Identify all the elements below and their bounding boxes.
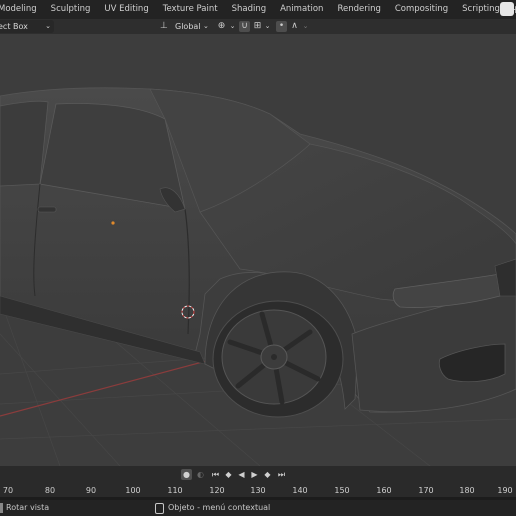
- falloff-curve-icon[interactable]: ∧: [289, 21, 300, 32]
- frame-tick: 190: [497, 486, 513, 495]
- timeline-controls: ● ◐ ⏮ ◆ ◀ ▶ ◆ ⏭: [0, 466, 516, 484]
- select-mode-dropdown[interactable]: ect Box ⌄: [0, 20, 54, 33]
- object-origin: [111, 221, 115, 225]
- workspace-tab-bar: Modeling Sculpting UV Editing Texture Pa…: [0, 0, 516, 19]
- 3d-viewport[interactable]: [0, 34, 516, 466]
- proportional-editing-icon[interactable]: •: [276, 21, 287, 32]
- status-hint-left: Rotar vista: [6, 503, 50, 512]
- orientation-axes-icon: ⊥: [160, 21, 168, 31]
- tab-uv-editing[interactable]: UV Editing: [97, 0, 155, 19]
- select-mode-label: ect Box: [0, 22, 28, 31]
- frame-tick: 140: [292, 486, 308, 495]
- mouse-right-icon: [155, 503, 164, 514]
- tab-sculpting[interactable]: Sculpting: [44, 0, 98, 19]
- frame-ruler[interactable]: 70 80 90 100 110 120 130 140 150 160 170…: [0, 484, 516, 498]
- chevron-down-icon: ⌄: [203, 22, 209, 30]
- frame-tick: 70: [2, 486, 14, 495]
- auto-keying-icon[interactable]: ◐: [195, 469, 206, 480]
- chevron-down-icon[interactable]: ⌄: [227, 21, 238, 32]
- jump-to-end-button[interactable]: ⏭: [276, 469, 287, 480]
- frame-tick: 100: [125, 486, 141, 495]
- status-hint-middle: Objeto - menú contextual: [168, 503, 271, 512]
- chevron-down-icon[interactable]: ⌄: [300, 21, 311, 32]
- jump-to-start-button[interactable]: ⏮: [210, 469, 221, 480]
- tab-rendering[interactable]: Rendering: [330, 0, 387, 19]
- chevron-down-icon[interactable]: ⌄: [262, 21, 273, 32]
- tab-compositing[interactable]: Compositing: [388, 0, 455, 19]
- frame-tick: 150: [334, 486, 350, 495]
- frame-tick: 170: [418, 486, 434, 495]
- play-reverse-button[interactable]: ◀: [236, 469, 247, 480]
- next-keyframe-button[interactable]: ◆: [262, 469, 273, 480]
- snap-magnet-icon[interactable]: ∪: [239, 21, 250, 32]
- frame-tick: 130: [250, 486, 266, 495]
- frame-tick: 160: [376, 486, 392, 495]
- viewport-header: ect Box ⌄ ⊥ Global ⌄ ⊕ ⌄ ∪ ⊞ ⌄ • ∧ ⌄: [0, 19, 516, 34]
- tab-shading[interactable]: Shading: [225, 0, 274, 19]
- chevron-down-icon: ⌄: [45, 22, 51, 30]
- tab-texture-paint[interactable]: Texture Paint: [156, 0, 225, 19]
- prev-keyframe-button[interactable]: ◆: [223, 469, 234, 480]
- frame-tick: 90: [85, 486, 97, 495]
- mouse-middle-icon: [0, 503, 3, 513]
- pivot-point-icon[interactable]: ⊕: [216, 21, 227, 32]
- transform-orientation-label: Global: [175, 22, 201, 31]
- tab-modeling[interactable]: Modeling: [0, 0, 44, 19]
- scene-icon[interactable]: [500, 2, 514, 16]
- frame-tick: 110: [167, 486, 183, 495]
- tab-animation[interactable]: Animation: [273, 0, 330, 19]
- transform-orientation-dropdown[interactable]: ⊥ Global ⌄: [160, 20, 212, 33]
- car-mesh: [0, 87, 516, 418]
- record-keyframe-button[interactable]: ●: [181, 469, 192, 480]
- frame-tick: 120: [209, 486, 225, 495]
- frame-tick: 80: [44, 486, 56, 495]
- status-bar: Rotar vista Objeto - menú contextual: [0, 500, 516, 516]
- viewport-scene: [0, 87, 516, 466]
- frame-tick: 180: [459, 486, 475, 495]
- play-button[interactable]: ▶: [249, 469, 260, 480]
